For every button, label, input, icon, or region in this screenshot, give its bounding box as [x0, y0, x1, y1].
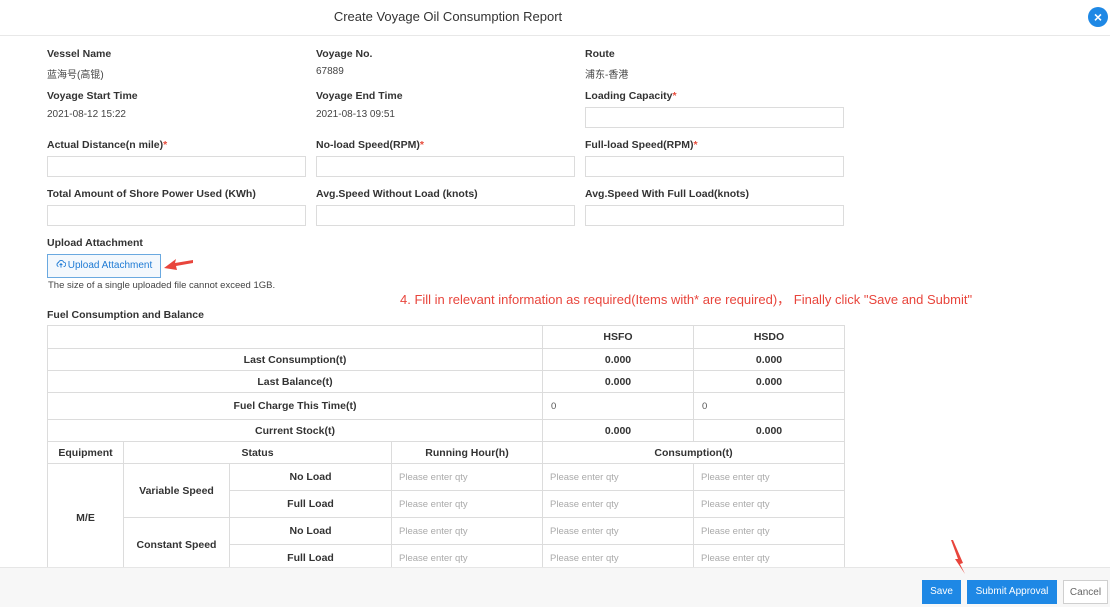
- consumption-hsfo-input[interactable]: Please enter qty: [542, 463, 694, 491]
- consumption-hsfo-input[interactable]: Please enter qty: [542, 517, 694, 545]
- cloud-upload-icon: [56, 255, 66, 277]
- save-button[interactable]: Save: [922, 580, 961, 604]
- cancel-button[interactable]: Cancel: [1063, 580, 1108, 604]
- upload-attachment-button[interactable]: Upload Attachment: [47, 254, 161, 278]
- status-header: Status: [123, 441, 392, 464]
- fuel-section-title: Fuel Consumption and Balance: [47, 309, 204, 321]
- variable-speed-label: Variable Speed: [123, 463, 230, 518]
- required-mark: *: [163, 139, 168, 151]
- voyage-end-label: Voyage End Time: [316, 90, 403, 102]
- fuel-charge-label: Fuel Charge This Time(t): [47, 392, 543, 420]
- upload-size-note: The size of a single uploaded file canno…: [48, 280, 276, 291]
- fuel-charge-hsfo-input[interactable]: 0: [542, 392, 694, 420]
- required-mark: *: [693, 139, 698, 151]
- consumption-hsdo-input[interactable]: Please enter qty: [693, 490, 845, 518]
- table-row: Current Stock(t) 0.000 0.000: [47, 419, 845, 442]
- route-value: 浦东-香港: [585, 70, 629, 81]
- last-consumption-label: Last Consumption(t): [47, 348, 543, 371]
- modal-header: Create Voyage Oil Consumption Report ×: [0, 0, 1110, 36]
- fullload-speed-input[interactable]: [585, 156, 844, 177]
- fuel-header-row: HSFO HSDO: [47, 325, 845, 349]
- consumption-hsdo-input[interactable]: Please enter qty: [693, 463, 845, 491]
- full-load-label: Full Load: [229, 490, 392, 518]
- no-load-label: No Load: [229, 463, 392, 491]
- voyage-start-value: 2021-08-12 15:22: [47, 109, 126, 120]
- table-row: M/E Variable Speed No Load Please enter …: [47, 463, 845, 572]
- table-row: Constant Speed No Load Please enter qty …: [48, 517, 845, 572]
- upload-button-label: Upload Attachment: [67, 260, 153, 271]
- required-mark: *: [672, 90, 677, 102]
- noload-speed-label: No-load Speed(RPM)*: [316, 139, 424, 151]
- last-balance-hsdo: 0.000: [693, 370, 845, 393]
- voyage-no-label: Voyage No.: [316, 48, 373, 60]
- avg-speed-noload-label: Avg.Speed Without Load (knots): [316, 188, 478, 200]
- avg-speed-full-input[interactable]: [585, 205, 844, 226]
- vessel-name-value: 蓝海号(高锟): [47, 70, 104, 81]
- last-balance-label: Last Balance(t): [47, 370, 543, 393]
- running-hour-input[interactable]: Please enter qty: [391, 490, 543, 518]
- running-hour-header: Running Hour(h): [391, 441, 543, 464]
- actual-distance-input[interactable]: [47, 156, 306, 177]
- table-row: Last Balance(t) 0.000 0.000: [47, 370, 845, 393]
- consumption-hsfo-input[interactable]: Please enter qty: [542, 490, 694, 518]
- hsfo-header: HSFO: [542, 325, 694, 349]
- current-stock-hsdo: 0.000: [693, 419, 845, 442]
- last-consumption-hsfo: 0.000: [542, 348, 694, 371]
- shore-power-label: Total Amount of Shore Power Used (KWh): [47, 188, 256, 200]
- consumption-header: Consumption(t): [542, 441, 845, 464]
- actual-distance-label: Actual Distance(n mile)*: [47, 139, 168, 151]
- equipment-me: M/E: [47, 463, 124, 572]
- avg-speed-noload-input[interactable]: [316, 205, 575, 226]
- consumption-hsdo-input[interactable]: Please enter qty: [693, 517, 845, 545]
- current-stock-label: Current Stock(t): [47, 419, 543, 442]
- upload-attachment-label: Upload Attachment: [47, 237, 143, 249]
- route-label: Route: [585, 48, 615, 60]
- table-row: Last Consumption(t) 0.000 0.000: [47, 348, 845, 371]
- running-hour-input[interactable]: Please enter qty: [391, 517, 543, 545]
- modal-footer: Save Submit Approval Cancel: [0, 567, 1110, 607]
- equipment-header: Equipment: [47, 441, 124, 464]
- loading-capacity-label: Loading Capacity*: [585, 90, 677, 102]
- voyage-start-label: Voyage Start Time: [47, 90, 138, 102]
- fullload-speed-label: Full-load Speed(RPM)*: [585, 139, 698, 151]
- vessel-name-label: Vessel Name: [47, 48, 112, 60]
- shore-power-input[interactable]: [47, 205, 306, 226]
- voyage-no-value: 67889: [316, 66, 344, 77]
- equipment-header-row: Equipment Status Running Hour(h) Consump…: [47, 441, 845, 464]
- instruction-annotation: 4. Fill in relevant information as requi…: [400, 292, 973, 307]
- fuel-charge-hsdo-input[interactable]: 0: [693, 392, 845, 420]
- arrow-to-upload-icon: [164, 259, 193, 270]
- running-hour-input[interactable]: Please enter qty: [391, 463, 543, 491]
- hsdo-header: HSDO: [693, 325, 845, 349]
- no-load-label: No Load: [229, 517, 392, 545]
- table-row: Fuel Charge This Time(t) 0 0: [47, 392, 845, 420]
- last-balance-hsfo: 0.000: [542, 370, 694, 393]
- last-consumption-hsdo: 0.000: [693, 348, 845, 371]
- loading-capacity-input[interactable]: [585, 107, 844, 128]
- modal-title: Create Voyage Oil Consumption Report: [333, 9, 563, 24]
- empty-header-cell: [47, 325, 543, 349]
- current-stock-hsfo: 0.000: [542, 419, 694, 442]
- required-mark: *: [419, 139, 424, 151]
- fuel-consumption-table: HSFO HSDO Last Consumption(t) 0.000 0.00…: [47, 325, 845, 572]
- voyage-end-value: 2021-08-13 09:51: [316, 109, 395, 120]
- submit-approval-button[interactable]: Submit Approval: [967, 580, 1057, 604]
- noload-speed-input[interactable]: [316, 156, 575, 177]
- avg-speed-full-label: Avg.Speed With Full Load(knots): [585, 188, 750, 200]
- close-icon[interactable]: ×: [1088, 7, 1108, 27]
- constant-speed-label: Constant Speed: [123, 517, 230, 572]
